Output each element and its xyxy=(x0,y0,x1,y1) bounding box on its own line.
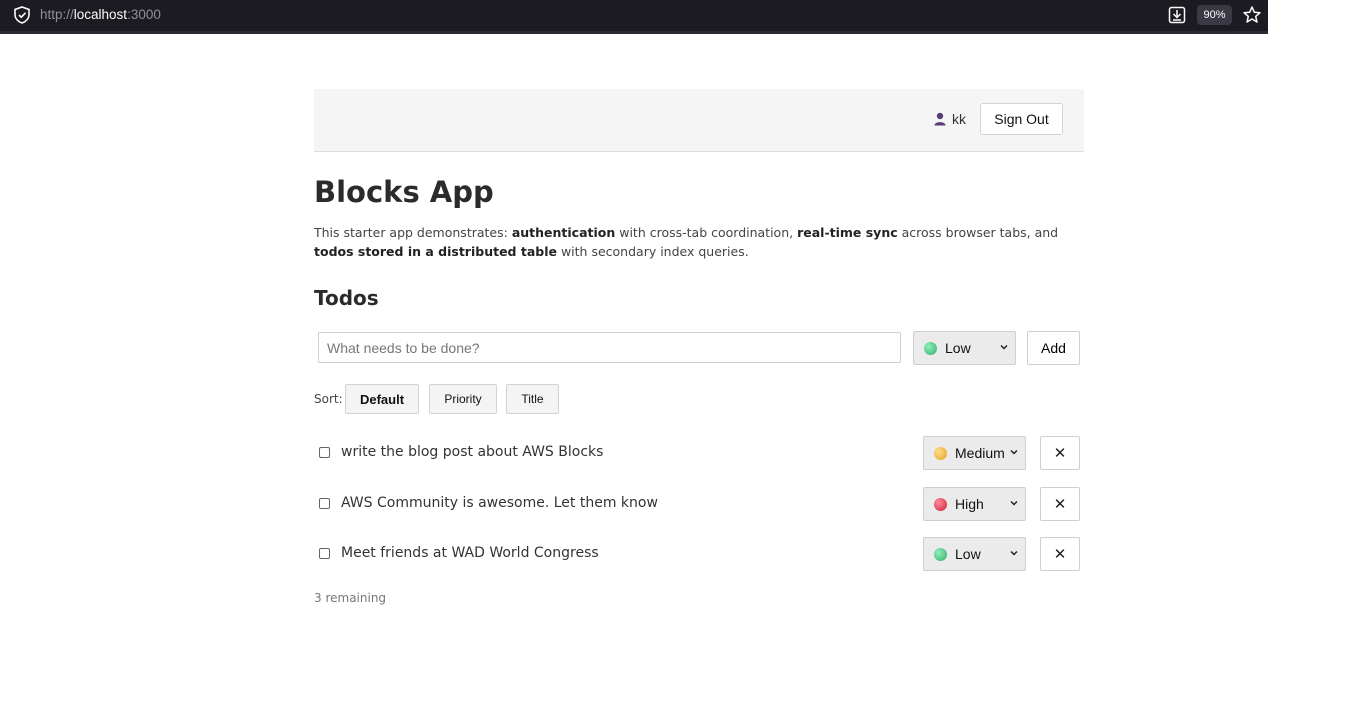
chevron-down-icon xyxy=(1010,500,1018,506)
new-todo-priority-select[interactable]: Low xyxy=(913,331,1016,365)
bookmark-star-icon[interactable] xyxy=(1242,5,1262,25)
todo-text: Meet friends at WAD World Congress xyxy=(341,545,599,561)
delete-todo-button[interactable]: ✕ xyxy=(1040,537,1080,571)
todos-heading: Todos xyxy=(314,286,379,310)
zoom-badge[interactable]: 90% xyxy=(1197,5,1232,25)
new-todo-input[interactable] xyxy=(318,332,901,363)
priority-dot-icon xyxy=(934,446,947,460)
priority-label: Low xyxy=(955,546,981,562)
todo-priority-select[interactable]: Low xyxy=(923,537,1026,571)
download-icon[interactable] xyxy=(1167,5,1187,25)
page-title: Blocks App xyxy=(314,175,494,209)
priority-label: Medium xyxy=(955,445,1005,461)
todo-checkbox[interactable] xyxy=(319,498,330,509)
delete-todo-button[interactable]: ✕ xyxy=(1040,487,1080,521)
todo-priority-select[interactable]: Medium xyxy=(923,436,1026,470)
sign-out-button[interactable]: Sign Out xyxy=(980,103,1063,135)
priority-dot-icon xyxy=(934,497,947,511)
shield-icon[interactable] xyxy=(13,6,31,24)
intro-text: This starter app demonstrates: authentic… xyxy=(314,225,1059,259)
sort-priority-button[interactable]: Priority xyxy=(429,384,497,414)
chevron-down-icon xyxy=(1010,449,1018,455)
browser-toolbar: http://localhost:3000 90% xyxy=(0,0,1348,35)
app-header: kk Sign Out xyxy=(314,89,1084,152)
sort-default-button[interactable]: Default xyxy=(345,384,419,414)
remaining-count: 3 remaining xyxy=(314,591,387,605)
chevron-down-icon xyxy=(1010,550,1018,556)
todo-checkbox[interactable] xyxy=(319,447,330,458)
todo-item: write the blog post about AWS Blocks Med… xyxy=(314,436,1084,470)
user-name: kk xyxy=(952,111,966,127)
delete-todo-button[interactable]: ✕ xyxy=(1040,436,1080,470)
priority-dot-icon xyxy=(924,341,937,355)
user-icon xyxy=(934,112,946,126)
todo-item: Meet friends at WAD World Congress Low ✕ xyxy=(314,537,1084,571)
address-bar[interactable]: http://localhost:3000 90% xyxy=(0,0,1268,34)
priority-label: High xyxy=(955,496,984,512)
todo-checkbox[interactable] xyxy=(319,548,330,559)
sort-title-button[interactable]: Title xyxy=(506,384,559,414)
todo-priority-select[interactable]: High xyxy=(923,487,1026,521)
app-container: kk Sign Out Blocks App This starter app … xyxy=(314,89,1084,605)
chevron-down-icon xyxy=(1000,344,1008,350)
user-info: kk xyxy=(933,111,966,127)
todo-text: AWS Community is awesome. Let them know xyxy=(341,495,658,511)
add-todo-button[interactable]: Add xyxy=(1027,331,1080,365)
priority-dot-icon xyxy=(934,547,947,561)
sort-label: Sort: xyxy=(314,392,343,406)
todo-text: write the blog post about AWS Blocks xyxy=(341,444,604,460)
priority-label: Low xyxy=(945,340,971,356)
url-text[interactable]: http://localhost:3000 xyxy=(40,7,161,22)
todo-item: AWS Community is awesome. Let them know … xyxy=(314,487,1084,521)
